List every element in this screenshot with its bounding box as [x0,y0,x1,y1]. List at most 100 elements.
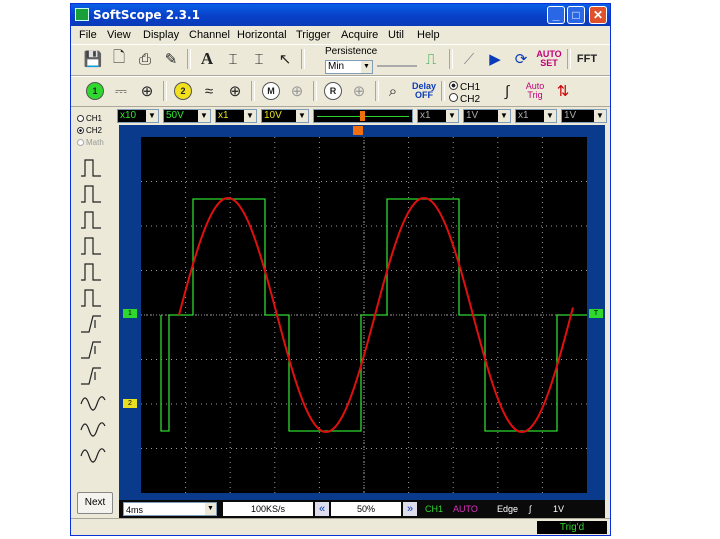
edge-fall-icon[interactable] [81,341,101,359]
video-icon[interactable] [80,396,106,411]
volts-select-2[interactable]: 10V ▼ [261,109,309,123]
cursor-v-icon[interactable]: ⌶ [221,48,245,70]
maximize-button[interactable]: □ [567,6,585,24]
chevron-down-icon: ▼ [146,110,158,122]
single-shot-icon[interactable]: ⟳ [509,48,533,70]
edge-slope-icon[interactable]: ∫ [495,80,519,102]
math-badge[interactable]: M [262,82,280,100]
pulse-both-icon[interactable] [81,237,101,255]
pulse-neg2-icon[interactable] [81,289,101,307]
print-preview-icon[interactable]: 🗋 [107,48,131,70]
chevron-down-icon: ▼ [198,110,210,122]
video-both-icon[interactable] [80,448,106,463]
minimize-button[interactable]: _ [547,6,565,24]
print-icon[interactable]: ⎙ [133,48,157,70]
chevron-down-icon: ▼ [296,110,308,122]
title-bar: SoftScope 2.3.1 _ □ ✕ [71,4,610,26]
next-button[interactable]: Next [77,492,113,514]
trigger-ch1-radio[interactable]: CH1 [449,81,480,93]
pulse-neg-icon[interactable] [81,185,101,203]
pointer-icon[interactable]: ↖ [273,48,297,70]
math-radio[interactable]: Math [77,138,104,147]
menu-channel[interactable]: Channel [189,29,230,41]
persistence-label: Persistence [325,46,378,57]
fft-button[interactable]: FFT [575,48,599,70]
auto-trig-button[interactable]: Auto Trig [521,80,549,102]
close-button[interactable]: ✕ [589,6,607,24]
toolbar-main: 💾 🗋 ⎙ ✎ A ⌶ ⌶ ↖ Persistence Min ▼ ⎍ ⟋ ▶ … [71,44,610,76]
menu-bar: File View Display Channel Horizontal Tri… [71,26,610,44]
cursor-h-icon[interactable]: ⌶ [247,48,271,70]
menu-acquire[interactable]: Acquire [341,29,378,41]
menu-util[interactable]: Util [388,29,404,41]
waveform-screen[interactable] [141,137,587,493]
waveform-plot [141,137,587,493]
menu-trigger[interactable]: Trigger [296,29,330,41]
ref-zoom-icon[interactable]: ⊕ [347,80,371,102]
chevron-down-icon: ▼ [446,110,458,122]
chevron-down-icon: ▼ [244,110,256,122]
probe-select-3[interactable]: x1 ▼ [417,109,459,123]
chevron-down-icon: ▼ [498,110,510,122]
timebase-select[interactable]: 4ms ▼ [123,502,217,516]
ch1-zoom-icon[interactable]: ⊕ [135,80,159,102]
save-icon[interactable]: 💾 [81,48,105,70]
trigger-arrow-icon[interactable]: ⇅ [551,80,575,102]
scroll-right-icon[interactable]: » [403,502,417,516]
persistence-select[interactable]: Min ▼ [325,60,373,74]
ch2-coupling-icon[interactable]: ≈ [197,80,221,102]
chevron-down-icon: ▼ [205,503,216,515]
ch2-radio[interactable]: CH2 [77,126,102,135]
horizontal-position-bar[interactable] [313,109,413,123]
ch2-badge[interactable]: 2 [174,82,192,100]
probe-select-2[interactable]: x1 ▼ [215,109,257,123]
trigger-ch2-radio[interactable]: CH2 [449,93,480,105]
pulse-pos2-icon[interactable] [81,263,101,281]
probe-select-1[interactable]: x10 ▼ [117,109,159,123]
pulse-width-icon[interactable] [81,211,101,229]
sample-rate: 100KS/s [223,502,313,516]
menu-help[interactable]: Help [417,29,440,41]
scroll-left-icon[interactable]: « [315,502,329,516]
ch1-coupling-icon[interactable]: ⎓ [109,80,133,102]
persistence-slider[interactable] [377,65,417,67]
probe-icon[interactable]: ✎ [159,48,183,70]
text-tool-icon[interactable]: A [195,48,219,70]
edge-rise-icon[interactable] [81,315,101,333]
volts-select-1[interactable]: 50V ▼ [163,109,211,123]
app-icon [75,8,89,21]
run-icon[interactable]: ▶ [483,48,507,70]
ch2-marker[interactable]: 2 [123,399,137,408]
status-bar: Trig'd [71,518,610,535]
ch2-zoom-icon[interactable]: ⊕ [223,80,247,102]
ch1-badge[interactable]: 1 [86,82,104,100]
menu-file[interactable]: File [79,29,97,41]
trigger-mode-panel: CH1 CH2 Math Next [71,110,115,520]
line-tool-icon[interactable]: ⟋ [457,48,481,70]
volts-select-4[interactable]: 1V ▼ [561,109,607,123]
pulse-pos-icon[interactable] [81,159,101,177]
trigger-mode: AUTO [453,504,478,514]
menu-display[interactable]: Display [143,29,179,41]
scope-display: 1 2 T [119,125,605,500]
edge-both-icon[interactable] [81,367,101,385]
trigger-type: Edge [497,504,519,514]
trigger-time-marker[interactable] [353,126,363,135]
volts-select-3[interactable]: 1V ▼ [463,109,511,123]
ch1-radio[interactable]: CH1 [77,114,102,123]
search-icon[interactable]: ⌕ [381,80,405,102]
ref-badge[interactable]: R [324,82,342,100]
square-wave-icon[interactable]: ⎍ [419,48,443,70]
trigger-level-marker[interactable]: T [589,309,603,318]
menu-view[interactable]: View [107,29,131,41]
chevron-down-icon: ▼ [594,110,606,122]
probe-select-4[interactable]: x1 ▼ [515,109,557,123]
delay-button[interactable]: Delay OFF [409,80,439,102]
autoset-button[interactable]: AUTO SET [536,48,561,70]
math-zoom-icon[interactable]: ⊕ [285,80,309,102]
menu-horizontal[interactable]: Horizontal [237,29,287,41]
ch1-marker[interactable]: 1 [123,309,137,318]
trigger-position-marker[interactable] [360,111,365,121]
video-inv-icon[interactable] [80,422,106,437]
horizontal-position: 50% [331,502,401,516]
